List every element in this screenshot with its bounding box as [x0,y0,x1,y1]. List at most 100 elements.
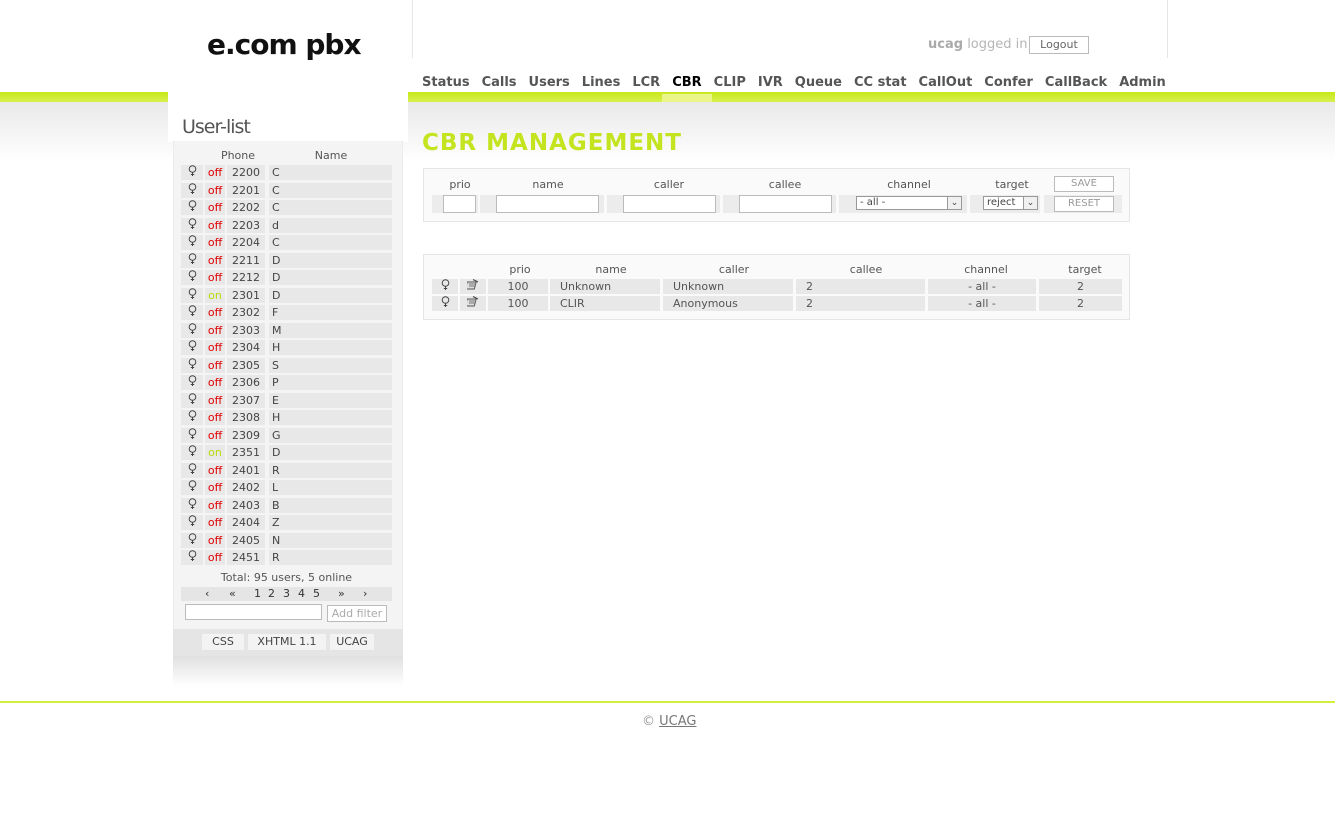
bulb-icon[interactable] [181,252,203,268]
table-row[interactable]: off 2405 N [181,532,392,548]
table-row[interactable]: off 2305 S [181,357,392,373]
nav-users[interactable]: Users [523,74,576,92]
table-row[interactable]: off 2451 R [181,550,392,565]
add-filter-button[interactable]: Add filter [327,605,387,622]
table-row[interactable]: off 2200 C [181,165,392,180]
user-phone: 2404 [227,515,265,530]
nav-lines[interactable]: Lines [576,74,627,92]
bulb-icon[interactable] [181,217,203,233]
table-row[interactable]: on 2351 D [181,445,392,460]
edit-icon[interactable] [460,296,486,311]
bulb-icon[interactable] [181,375,203,390]
user-status: off [205,427,225,443]
xhtml-badge[interactable]: XHTML 1.1 [248,634,326,650]
prio-input[interactable] [443,195,476,213]
filter-input[interactable] [185,604,322,620]
nav-lcr[interactable]: LCR [626,74,666,92]
table-row[interactable]: off 2307 E [181,392,392,408]
user-phone: 2306 [227,375,265,390]
save-button[interactable]: SAVE [1054,176,1114,192]
pager-item[interactable]: ‹ [205,587,209,601]
bulb-icon[interactable] [181,287,203,303]
table-row[interactable]: off 2204 C [181,235,392,250]
table-row[interactable]: off 2404 Z [181,515,392,530]
edit-icon[interactable] [460,279,486,294]
bulb-icon[interactable] [181,427,203,443]
user-status: off [205,515,225,530]
bulb-icon[interactable] [181,357,203,373]
caller-input[interactable] [623,195,716,213]
nav-cc-stat[interactable]: CC stat [848,74,913,92]
reset-button[interactable]: RESET [1054,196,1114,212]
nav-cbr[interactable]: CBR [662,74,713,102]
bulb-icon[interactable] [432,296,458,311]
bulb-icon[interactable] [181,550,203,565]
table-row[interactable]: off 2309 G [181,427,392,443]
nav-queue[interactable]: Queue [789,74,848,92]
bulb-icon[interactable] [181,235,203,250]
ucag-badge[interactable]: UCAG [330,634,374,650]
table-row[interactable]: off 2202 C [181,200,392,215]
pager-item[interactable]: 4 [298,587,305,601]
user-status: off [205,200,225,215]
user-status: off [205,392,225,408]
user-name: M [269,322,392,338]
bulb-icon[interactable] [181,305,203,320]
bulb-icon[interactable] [432,279,458,294]
bulb-icon[interactable] [181,392,203,408]
table-row[interactable]: off 2403 B [181,497,392,513]
user-name: P [269,375,392,390]
nav-callback[interactable]: CallBack [1039,74,1113,92]
bulb-icon[interactable] [181,410,203,425]
table-row[interactable]: off 2212 D [181,270,392,285]
bulb-icon[interactable] [181,445,203,460]
table-row[interactable]: off 2304 H [181,340,392,355]
bulb-icon[interactable] [181,480,203,495]
table-row[interactable]: on 2301 D [181,287,392,303]
pager-item[interactable]: » [338,587,345,601]
table-row[interactable]: off 2211 D [181,252,392,268]
nav-status[interactable]: Status [416,74,476,92]
nav-confer[interactable]: Confer [978,74,1039,92]
bulb-icon[interactable] [181,182,203,198]
nav-callout[interactable]: CallOut [913,74,979,92]
bulb-icon[interactable] [181,322,203,338]
pager-item[interactable]: › [363,587,367,601]
table-row[interactable]: off 2308 H [181,410,392,425]
css-badge[interactable]: CSS [202,634,244,650]
nav-ivr[interactable]: IVR [752,74,789,92]
user-status: on [205,287,225,303]
table-row[interactable]: off 2203 d [181,217,392,233]
bulb-icon[interactable] [181,165,203,180]
bulb-icon[interactable] [181,515,203,530]
table-row[interactable]: 100 Unknown Unknown 2- all -2 [432,279,1122,294]
table-row[interactable]: off 2306 P [181,375,392,390]
table-row[interactable]: off 2402 L [181,480,392,495]
target-select[interactable]: reject ⌄ [983,196,1038,210]
bulb-icon[interactable] [181,462,203,478]
rule-caller: Anonymous [663,296,793,311]
name-input[interactable] [496,195,599,213]
channel-select[interactable]: - all - ⌄ [856,196,962,210]
pager-item[interactable]: 3 [283,587,290,601]
nav-admin[interactable]: Admin [1113,74,1172,92]
pager-item[interactable]: 1 [254,587,261,601]
bulb-icon[interactable] [181,340,203,355]
nav-calls[interactable]: Calls [476,74,523,92]
table-row[interactable]: off 2303 M [181,322,392,338]
footer-link[interactable]: UCAG [659,714,696,729]
pager-item[interactable]: « [229,587,236,601]
table-row[interactable]: off 2201 C [181,182,392,198]
bulb-icon[interactable] [181,497,203,513]
table-row[interactable]: 100 CLIR Anonymous 2- all -2 [432,296,1122,311]
nav-clip[interactable]: CLIP [708,74,752,92]
pager-item[interactable]: 5 [313,587,320,601]
logout-button[interactable]: Logout [1029,36,1089,54]
bulb-icon[interactable] [181,270,203,285]
bulb-icon[interactable] [181,532,203,548]
table-row[interactable]: off 2302 F [181,305,392,320]
table-row[interactable]: off 2401 R [181,462,392,478]
pager-item[interactable]: 2 [268,587,275,601]
bulb-icon[interactable] [181,200,203,215]
callee-input[interactable] [739,195,832,213]
